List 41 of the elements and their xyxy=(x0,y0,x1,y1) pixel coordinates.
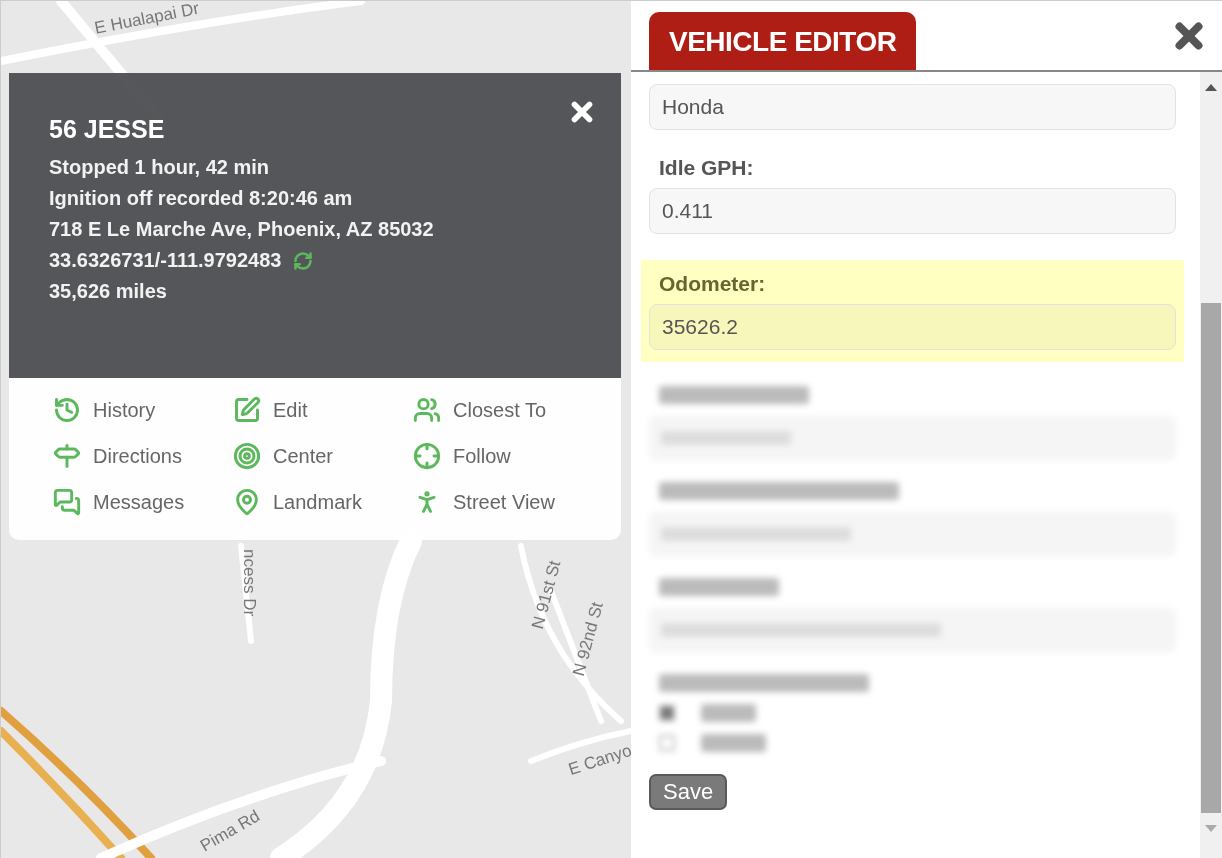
street-label: Pima Rd xyxy=(197,806,264,857)
action-link[interactable]: Messages xyxy=(53,488,233,516)
mileage: 35,626 miles xyxy=(49,280,168,303)
crosshair-icon xyxy=(413,442,441,470)
street-label: ncess Dr xyxy=(239,549,259,617)
action-link[interactable]: Closest To xyxy=(413,396,613,424)
street-label: N 91st St xyxy=(528,558,566,632)
street-label: E Canyo xyxy=(566,740,635,780)
vehicle-name: 56 JESSE xyxy=(49,115,166,144)
chat-bubbles-icon xyxy=(53,488,81,516)
vehicle-info-text: 718 E Le Marche Ave, Phoenix, AZ 85032 xyxy=(49,218,435,241)
history-icon xyxy=(53,396,81,424)
vehicle-info-text: Stopped 1 hour, 42 min xyxy=(49,156,271,179)
checkbox[interactable] xyxy=(659,705,675,721)
street-label: N 92nd St xyxy=(569,599,608,679)
action-link[interactable]: Center xyxy=(233,442,413,470)
map-pin-icon xyxy=(233,488,261,516)
input-field[interactable]: Honda xyxy=(649,84,1176,130)
signpost-icon xyxy=(53,442,81,470)
people-icon xyxy=(413,396,441,424)
blurred-label xyxy=(701,704,756,722)
refresh-icon[interactable] xyxy=(293,250,314,271)
editor-tab[interactable]: VEHICLE EDITOR xyxy=(649,12,917,70)
input-field[interactable]: 0.411 xyxy=(649,188,1176,234)
action-link[interactable]: Street View xyxy=(413,488,613,516)
field-label: Idle GPH: xyxy=(658,156,755,180)
vehicle-info-text: Ignition off recorded 8:20:46 am xyxy=(49,187,354,210)
target-icon xyxy=(233,442,261,470)
blurred-label xyxy=(701,734,766,752)
edit-icon xyxy=(233,396,261,424)
action-link[interactable]: Edit xyxy=(233,396,413,424)
field-label: Odometer: xyxy=(658,272,767,296)
action-link[interactable]: Landmark xyxy=(233,488,413,516)
action-link[interactable]: Directions xyxy=(53,442,233,470)
input-field[interactable]: 35626.2 xyxy=(649,304,1176,350)
coordinates: 33.6326731/-111.9792483 xyxy=(49,249,282,272)
action-link[interactable]: Follow xyxy=(413,442,613,470)
scrollbar[interactable] xyxy=(1200,72,1222,858)
action-link[interactable]: History xyxy=(53,396,233,424)
save-button[interactable]: Save xyxy=(649,774,728,810)
street-label: E Hualapai Dr xyxy=(93,1,201,39)
